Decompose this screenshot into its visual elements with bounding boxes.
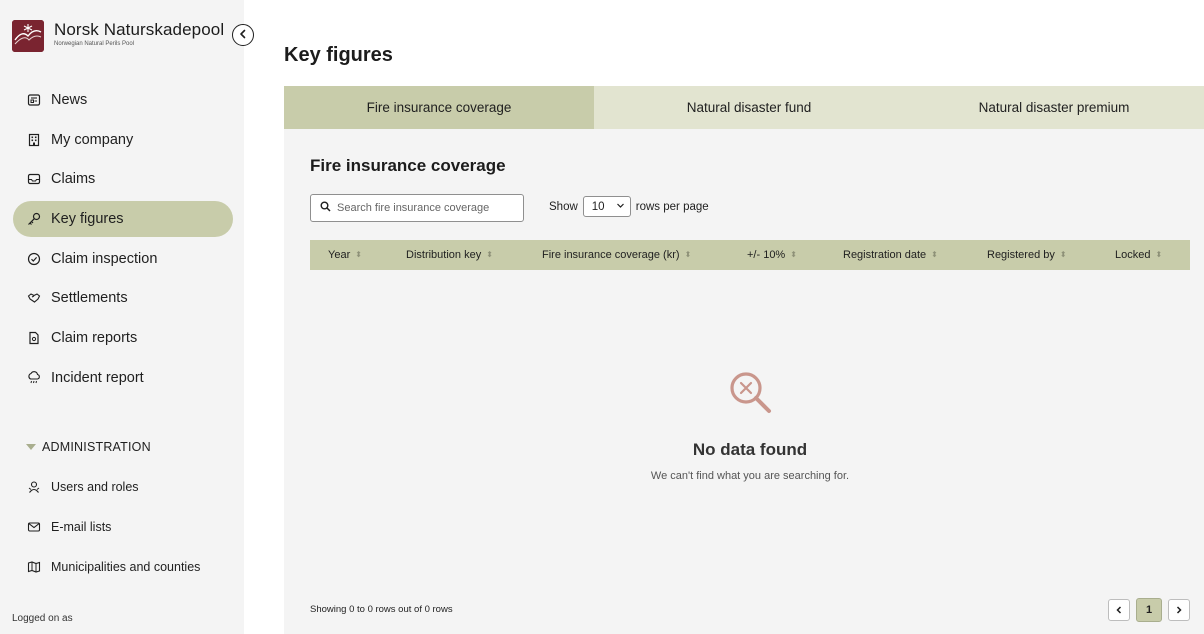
tab-bar: Fire insurance coverage Natural disaster… — [284, 86, 1204, 129]
sort-icon: ⬍ — [1155, 250, 1163, 259]
sidebar-item-label: Users and roles — [51, 480, 139, 494]
tab-fire-insurance-coverage[interactable]: Fire insurance coverage — [284, 86, 594, 129]
sidebar-item-claim-inspection[interactable]: Claim inspection — [13, 241, 233, 277]
search-input[interactable] — [337, 202, 517, 214]
column-label: Year — [328, 249, 351, 261]
pagination: 1 — [1102, 598, 1190, 622]
chevron-right-icon — [1176, 606, 1182, 614]
sidebar-item-label: Key figures — [51, 211, 124, 228]
admin-section-label: ADMINISTRATION — [42, 440, 151, 454]
chevron-left-icon — [238, 26, 248, 44]
sidebar-item-email-lists[interactable]: E-mail lists — [13, 509, 233, 545]
sidebar: Norsk Naturskadepool Norwegian Natural P… — [0, 0, 244, 634]
pagination-summary: Showing 0 to 0 rows out of 0 rows — [310, 604, 453, 615]
sidebar-item-label: Claim inspection — [51, 250, 158, 267]
no-results-search-icon — [725, 367, 775, 422]
sort-icon: ⬍ — [931, 250, 938, 259]
sidebar-item-news[interactable]: News — [13, 82, 233, 118]
collapse-sidebar-button[interactable] — [232, 24, 254, 46]
column-label: Fire insurance coverage (kr) — [542, 249, 680, 261]
search-icon — [320, 199, 331, 217]
column-label: Locked — [1115, 249, 1151, 261]
sort-icon: ⬍ — [1059, 250, 1067, 259]
brand[interactable]: Norsk Naturskadepool Norwegian Natural P… — [12, 20, 224, 52]
rows-per-page-value: 10 — [591, 200, 605, 213]
sidebar-item-incident-report[interactable]: Incident report — [13, 360, 233, 396]
empty-state-title: No data found — [692, 440, 808, 459]
building-icon — [27, 133, 41, 147]
admin-nav: Users and roles E-mail lists Municipalit… — [13, 469, 233, 589]
sort-icon: ⬍ — [684, 250, 692, 259]
rows-per-page-suffix: rows per page — [635, 200, 709, 213]
column-header-locked[interactable]: Locked ⬍ — [1115, 240, 1162, 270]
mail-icon — [27, 520, 41, 534]
page-button-current[interactable]: 1 — [1136, 598, 1162, 622]
caret-down-icon — [26, 444, 36, 450]
show-label: Show — [549, 200, 578, 213]
chevron-down-icon — [616, 201, 625, 213]
column-header-registration-date[interactable]: Registration date ⬍ — [843, 240, 938, 270]
key-icon — [27, 212, 41, 226]
app: Norsk Naturskadepool Norwegian Natural P… — [0, 0, 1204, 634]
brand-subtitle: Norwegian Natural Perils Pool — [54, 41, 135, 47]
content-panel: Fire insurance coverage Show 10 rows per… — [284, 129, 1204, 634]
inbox-icon — [27, 172, 41, 186]
admin-section-toggle[interactable]: ADMINISTRATION — [26, 440, 151, 454]
tab-natural-disaster-premium[interactable]: Natural disaster premium — [904, 86, 1204, 129]
sidebar-item-label: Claims — [51, 171, 96, 188]
column-header-year[interactable]: Year ⬍ — [328, 240, 362, 270]
page-title: Key figures — [284, 44, 393, 66]
rows-per-page-control: Show 10 rows per page — [549, 196, 709, 217]
document-icon — [27, 331, 41, 345]
sidebar-item-label: Settlements — [51, 290, 128, 307]
sidebar-item-label: Municipalities and counties — [51, 560, 201, 574]
sidebar-item-label: News — [51, 92, 88, 108]
previous-page-button[interactable] — [1108, 599, 1130, 621]
sidebar-item-label: My company — [51, 131, 134, 148]
storm-icon — [27, 370, 41, 385]
sidebar-item-label: E-mail lists — [51, 520, 112, 534]
rows-per-page-select[interactable]: 10 — [582, 196, 631, 217]
column-label: +/- 10% — [747, 249, 786, 261]
sort-icon: ⬍ — [355, 250, 362, 259]
empty-state-subtitle: We can't find what you are searching for… — [650, 470, 850, 482]
users-icon — [27, 480, 41, 494]
sidebar-nav: News My company Claims Key figures Claim… — [13, 82, 233, 400]
column-label: Registration date — [843, 249, 927, 261]
sidebar-item-municipalities[interactable]: Municipalities and counties — [13, 549, 233, 585]
section-title: Fire insurance coverage — [310, 156, 506, 175]
column-header-distribution-key[interactable]: Distribution key ⬍ — [406, 240, 493, 270]
sidebar-item-claim-reports[interactable]: Claim reports — [13, 320, 233, 356]
column-label: Registered by — [987, 249, 1055, 261]
sidebar-item-label: Incident report — [51, 369, 144, 386]
sidebar-item-settlements[interactable]: Settlements — [13, 280, 233, 316]
handshake-icon — [27, 291, 41, 305]
column-header-fire-insurance-coverage[interactable]: Fire insurance coverage (kr) ⬍ — [542, 240, 691, 270]
sidebar-item-label: Claim reports — [51, 330, 138, 347]
logged-on-label: Logged on as — [12, 613, 73, 624]
brand-name: Norsk Naturskadepool — [54, 20, 225, 39]
column-header-registered-by[interactable]: Registered by ⬍ — [987, 240, 1067, 270]
sort-icon: ⬍ — [790, 250, 797, 259]
sort-icon: ⬍ — [486, 250, 493, 259]
search-field[interactable] — [310, 194, 524, 222]
check-circle-icon — [27, 252, 41, 266]
newspaper-icon — [27, 93, 41, 107]
next-page-button[interactable] — [1168, 599, 1190, 621]
sidebar-item-claims[interactable]: Claims — [13, 161, 233, 197]
map-icon — [27, 560, 41, 574]
sidebar-item-users-and-roles[interactable]: Users and roles — [13, 469, 233, 505]
sidebar-item-my-company[interactable]: My company — [13, 122, 233, 158]
column-header-plus-minus-10[interactable]: +/- 10% ⬍ — [747, 240, 797, 270]
sidebar-item-key-figures[interactable]: Key figures — [13, 201, 233, 238]
brand-logo-icon — [12, 20, 44, 52]
column-label: Distribution key — [406, 249, 482, 261]
chevron-left-icon — [1116, 606, 1122, 614]
table-header: Year ⬍ Distribution key ⬍ Fire insurance c… — [310, 240, 1190, 270]
tab-natural-disaster-fund[interactable]: Natural disaster fund — [594, 86, 904, 129]
